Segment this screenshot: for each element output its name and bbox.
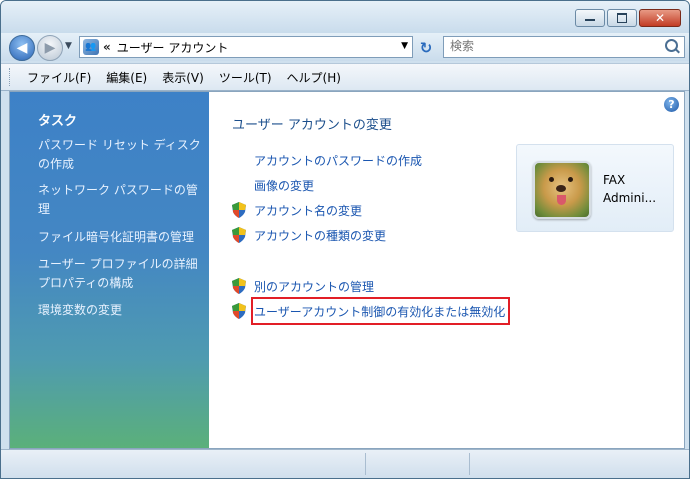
dog-eye — [549, 177, 554, 182]
task-manage-encryption-certificates[interactable]: ファイル暗号化証明書の管理 — [38, 228, 208, 247]
dog-tongue — [557, 195, 566, 205]
menu-items: ファイル(F) 編集(E) 表示(V) ツール(T) ヘルプ(H) — [27, 69, 356, 86]
status-separator — [365, 453, 366, 475]
account-name: FAX — [603, 173, 626, 187]
uac-shield-icon — [232, 202, 246, 218]
address-dropdown-icon[interactable]: ▼ — [401, 41, 408, 51]
status-bar — [1, 449, 689, 478]
menu-view[interactable]: 表示(V) — [162, 69, 204, 86]
maximize-icon — [617, 13, 627, 23]
menu-grip — [9, 68, 13, 86]
link-manage-another-account[interactable]: 別のアカウントの管理 — [254, 278, 374, 295]
navigation-bar: ◀ ▶ ▼ 👥 « ユーザー アカウント ▼ ↻ — [1, 33, 689, 61]
page-title: ユーザー アカウントの変更 — [232, 118, 392, 133]
explorer-window: ✕ ◀ ▶ ▼ 👥 « ユーザー アカウント ▼ ↻ ファイル(F) 編集(E)… — [0, 0, 690, 479]
recent-pages-dropdown-icon[interactable]: ▼ — [65, 41, 72, 51]
link-change-account-type[interactable]: アカウントの種類の変更 — [254, 227, 386, 244]
link-change-picture[interactable]: 画像の変更 — [254, 177, 314, 194]
task-pane-title: タスク — [38, 114, 78, 129]
task-create-password-reset-disk[interactable]: パスワード リセット ディスクの作成 — [38, 136, 208, 174]
link-create-password[interactable]: アカウントのパスワードの作成 — [254, 152, 422, 169]
breadcrumb-user-accounts[interactable]: ユーザー アカウント — [117, 39, 229, 56]
user-accounts-icon: 👥 — [83, 39, 99, 55]
dog-eye — [568, 177, 573, 182]
dog-nose — [556, 185, 566, 192]
status-separator — [469, 453, 470, 475]
breadcrumb-overflow-chevron[interactable]: « — [103, 40, 111, 54]
close-icon: ✕ — [654, 11, 666, 25]
account-card: FAX Admini... — [516, 144, 674, 232]
uac-shield-icon — [232, 278, 246, 294]
avatar[interactable] — [533, 161, 591, 219]
menu-file[interactable]: ファイル(F) — [27, 69, 91, 86]
link-change-account-name[interactable]: アカウント名の変更 — [254, 202, 362, 219]
highlight-box — [251, 297, 510, 325]
help-icon[interactable]: ? — [664, 97, 679, 112]
close-button[interactable]: ✕ — [639, 9, 681, 27]
caption-buttons: ✕ — [573, 9, 681, 27]
content-area: タスク パスワード リセット ディスクの作成 ネットワーク パスワードの管理 フ… — [9, 91, 685, 449]
account-role: Admini... — [603, 191, 657, 205]
back-button[interactable]: ◀ — [9, 35, 35, 61]
menu-edit[interactable]: 編集(E) — [106, 69, 147, 86]
search-icon[interactable] — [665, 39, 678, 52]
task-manage-network-passwords[interactable]: ネットワーク パスワードの管理 — [38, 181, 208, 219]
refresh-button[interactable]: ↻ — [415, 39, 437, 57]
task-pane: タスク パスワード リセット ディスクの作成 ネットワーク パスワードの管理 フ… — [10, 92, 209, 448]
minimize-icon — [585, 19, 595, 21]
title-bar: ✕ — [1, 1, 689, 33]
menu-help[interactable]: ヘルプ(H) — [287, 69, 341, 86]
minimize-button[interactable] — [575, 9, 605, 27]
forward-arrow-icon: ▶ — [44, 40, 56, 56]
menu-tools[interactable]: ツール(T) — [219, 69, 272, 86]
menu-bar: ファイル(F) 編集(E) 表示(V) ツール(T) ヘルプ(H) — [1, 63, 689, 91]
refresh-icon: ↻ — [419, 39, 433, 57]
uac-shield-icon — [232, 227, 246, 243]
back-arrow-icon: ◀ — [16, 40, 28, 56]
uac-shield-icon — [232, 303, 246, 319]
search-input[interactable] — [444, 37, 650, 55]
search-box — [443, 36, 685, 58]
maximize-button[interactable] — [607, 9, 637, 27]
forward-button[interactable]: ▶ — [37, 35, 63, 61]
address-bar[interactable]: 👥 « ユーザー アカウント ▼ — [79, 36, 413, 58]
task-change-environment-variables[interactable]: 環境変数の変更 — [38, 301, 208, 320]
task-advanced-profile-properties[interactable]: ユーザー プロファイルの詳細プロパティの構成 — [38, 255, 208, 293]
